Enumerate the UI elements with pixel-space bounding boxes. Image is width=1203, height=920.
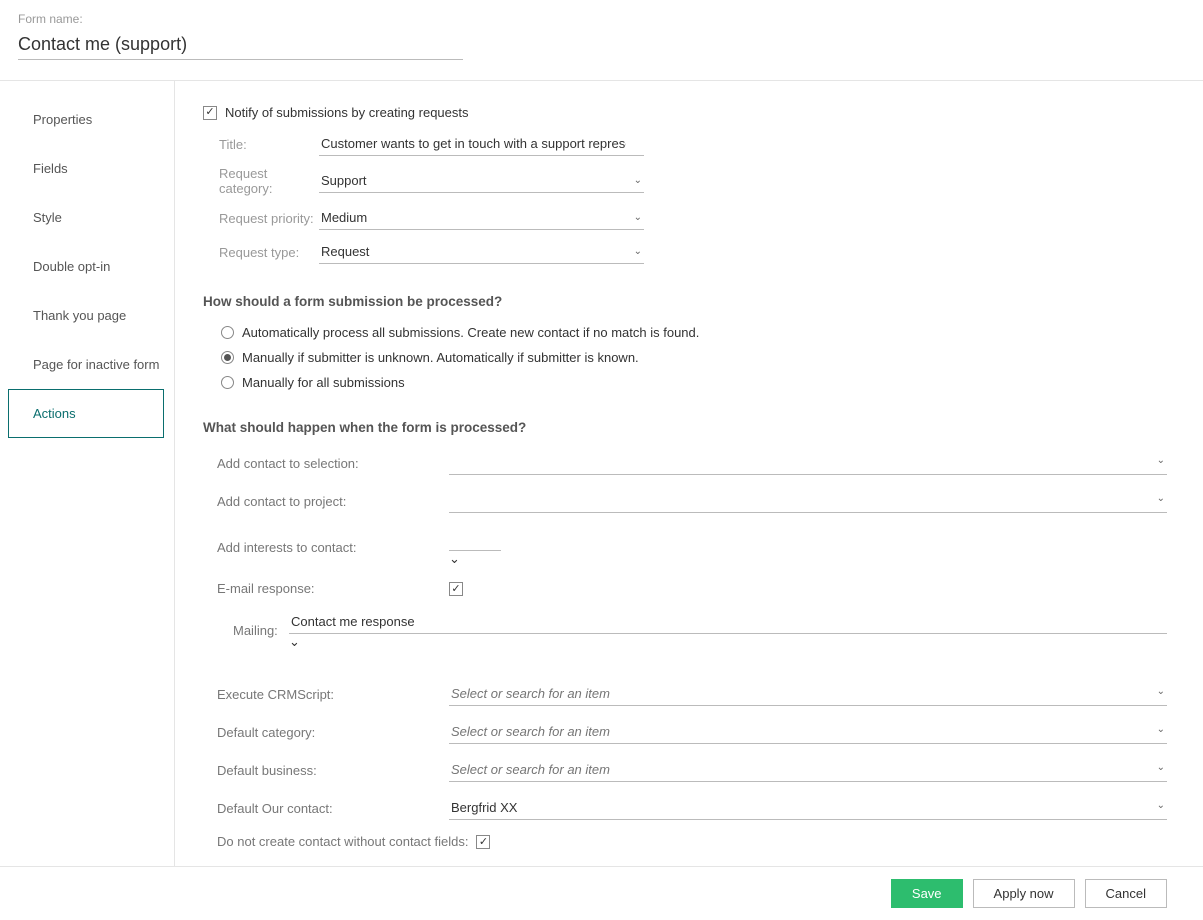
add-interests-label: Add interests to contact:	[217, 540, 449, 555]
save-button[interactable]: Save	[891, 879, 963, 908]
title-label: Title:	[219, 137, 319, 152]
sidebar: Properties Fields Style Double opt-in Th…	[0, 81, 175, 883]
sidebar-item-actions[interactable]: Actions	[8, 389, 164, 438]
form-name-input[interactable]	[18, 30, 463, 60]
default-our-contact-select[interactable]	[449, 796, 1167, 820]
crmscript-select[interactable]	[449, 682, 1167, 706]
title-input[interactable]	[319, 132, 644, 156]
chevron-down-icon: ⌄	[449, 551, 460, 566]
add-to-selection-label: Add contact to selection:	[217, 456, 449, 471]
chevron-down-icon: ⌄	[289, 634, 300, 649]
email-response-label: E-mail response:	[217, 581, 449, 596]
footer: Save Apply now Cancel	[0, 866, 1203, 920]
processing-option-auto: Automatically process all submissions. C…	[242, 325, 699, 340]
no-contact-checkbox[interactable]: ✓	[476, 835, 490, 849]
processing-radio-manual[interactable]	[221, 376, 234, 389]
default-business-select[interactable]	[449, 758, 1167, 782]
add-to-project-select[interactable]	[449, 489, 1167, 513]
priority-select[interactable]	[319, 206, 644, 230]
default-category-select[interactable]	[449, 720, 1167, 744]
add-interests-select[interactable]	[449, 527, 501, 551]
header: Form name:	[0, 0, 1203, 70]
category-select[interactable]	[319, 169, 644, 193]
processing-radio-auto[interactable]	[221, 326, 234, 339]
add-to-selection-select[interactable]	[449, 451, 1167, 475]
sidebar-item-double-opt-in[interactable]: Double opt-in	[8, 242, 164, 291]
main-content: ✓ Notify of submissions by creating requ…	[175, 81, 1203, 883]
processed-actions-heading: What should happen when the form is proc…	[203, 420, 1167, 435]
type-select[interactable]	[319, 240, 644, 264]
default-category-label: Default category:	[217, 725, 449, 740]
default-our-contact-label: Default Our contact:	[217, 801, 449, 816]
processing-radio-mixed[interactable]	[221, 351, 234, 364]
email-response-checkbox[interactable]: ✓	[449, 582, 463, 596]
cancel-button[interactable]: Cancel	[1085, 879, 1167, 908]
processing-option-mixed: Manually if submitter is unknown. Automa…	[242, 350, 639, 365]
processing-heading: How should a form submission be processe…	[203, 294, 1167, 309]
notify-checkbox-label: Notify of submissions by creating reques…	[225, 105, 469, 120]
sidebar-item-fields[interactable]: Fields	[8, 144, 164, 193]
sidebar-item-properties[interactable]: Properties	[8, 95, 164, 144]
add-to-project-label: Add contact to project:	[217, 494, 449, 509]
default-business-label: Default business:	[217, 763, 449, 778]
sidebar-item-style[interactable]: Style	[8, 193, 164, 242]
processing-option-manual: Manually for all submissions	[242, 375, 405, 390]
form-name-label: Form name:	[18, 12, 1185, 26]
mailing-label: Mailing:	[233, 623, 289, 638]
category-label: Request category:	[219, 166, 319, 196]
type-label: Request type:	[219, 245, 319, 260]
crmscript-label: Execute CRMScript:	[217, 687, 449, 702]
mailing-select[interactable]	[289, 610, 1167, 634]
sidebar-item-thank-you[interactable]: Thank you page	[8, 291, 164, 340]
apply-now-button[interactable]: Apply now	[973, 879, 1075, 908]
priority-label: Request priority:	[219, 211, 319, 226]
notify-checkbox[interactable]: ✓	[203, 106, 217, 120]
no-contact-label: Do not create contact without contact fi…	[217, 834, 468, 849]
sidebar-item-inactive-page[interactable]: Page for inactive form	[8, 340, 164, 389]
